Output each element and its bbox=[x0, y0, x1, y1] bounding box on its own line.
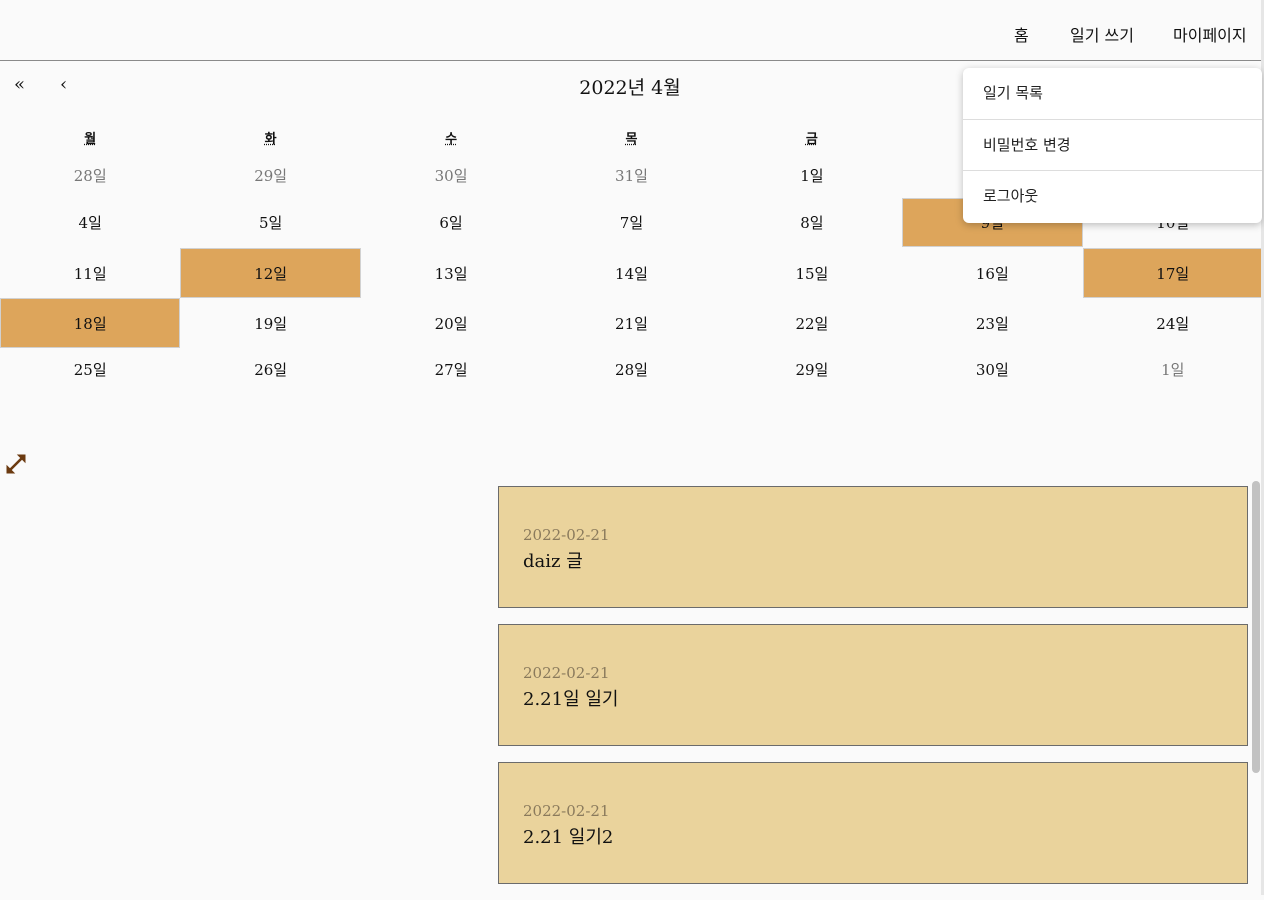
calendar-day[interactable]: 14일 bbox=[541, 248, 721, 298]
menu-item-change-password[interactable]: 비밀번호 변경 bbox=[963, 119, 1262, 170]
prev-year-button[interactable]: « bbox=[14, 74, 25, 95]
diary-entry-card[interactable]: 2022-02-21 2.21 일기2 bbox=[498, 762, 1248, 884]
entry-date: 2022-02-21 bbox=[523, 664, 610, 682]
menu-item-diary-list[interactable]: 일기 목록 bbox=[963, 68, 1262, 119]
calendar-day[interactable]: 1일 bbox=[1083, 348, 1263, 390]
top-navigation: 홈 일기 쓰기 마이페이지 bbox=[0, 0, 1264, 61]
weekday-label: 월 bbox=[84, 132, 97, 147]
calendar-week-row: 25일 26일 27일 28일 29일 30일 1일 bbox=[0, 348, 1263, 390]
entry-date: 2022-02-21 bbox=[523, 802, 610, 820]
calendar-day[interactable]: 28일 bbox=[0, 157, 180, 193]
menu-item-logout[interactable]: 로그아웃 bbox=[963, 170, 1262, 221]
prev-month-button[interactable]: ‹ bbox=[60, 74, 67, 95]
entry-title: 2.21 일기2 bbox=[523, 827, 614, 848]
weekday-label: 수 bbox=[445, 132, 458, 147]
entry-title: 2.21일 일기 bbox=[523, 689, 619, 710]
calendar-day[interactable]: 24일 bbox=[1083, 298, 1263, 348]
calendar-day[interactable]: 20일 bbox=[361, 298, 541, 348]
calendar-day[interactable]: 16일 bbox=[902, 248, 1082, 298]
weekday-label: 금 bbox=[805, 132, 818, 147]
calendar-day[interactable]: 7일 bbox=[541, 198, 721, 247]
diary-entry-card[interactable]: 2022-02-21 2.21일 일기 bbox=[498, 624, 1248, 746]
calendar-day[interactable]: 28일 bbox=[541, 348, 721, 390]
calendar-day[interactable]: 22일 bbox=[722, 298, 902, 348]
mypage-dropdown-menu: 일기 목록 비밀번호 변경 로그아웃 bbox=[963, 68, 1262, 223]
entry-title: daiz 글 bbox=[523, 551, 583, 572]
calendar-day[interactable]: 27일 bbox=[361, 348, 541, 390]
expand-arrows-icon[interactable] bbox=[5, 453, 27, 475]
calendar-day[interactable]: 5일 bbox=[180, 198, 360, 247]
calendar-day[interactable]: 26일 bbox=[180, 348, 360, 390]
calendar-day-with-entry[interactable]: 18일 bbox=[0, 298, 181, 348]
weekday-label: 화 bbox=[264, 132, 277, 147]
diary-entry-card[interactable]: 2022-02-21 daiz 글 bbox=[498, 486, 1248, 608]
calendar-day[interactable]: 30일 bbox=[361, 157, 541, 193]
calendar-day[interactable]: 25일 bbox=[0, 348, 180, 390]
calendar-day[interactable]: 1일 bbox=[722, 157, 902, 193]
entry-date: 2022-02-21 bbox=[523, 526, 610, 544]
calendar-week-row: 11일 12일 13일 14일 15일 16일 17일 bbox=[0, 248, 1263, 298]
calendar-day[interactable]: 6일 bbox=[361, 198, 541, 247]
weekday-label: 목 bbox=[625, 132, 638, 147]
calendar-month-title[interactable]: 2022년 4월 bbox=[530, 73, 730, 100]
nav-mypage-link[interactable]: 마이페이지 bbox=[1173, 22, 1247, 46]
nav-home-link[interactable]: 홈 bbox=[1014, 22, 1029, 46]
calendar-day[interactable]: 21일 bbox=[541, 298, 721, 348]
nav-write-diary-link[interactable]: 일기 쓰기 bbox=[1070, 22, 1134, 46]
calendar-day[interactable]: 15일 bbox=[722, 248, 902, 298]
calendar-day-with-entry[interactable]: 12일 bbox=[180, 248, 361, 298]
entries-scrollbar-thumb[interactable] bbox=[1252, 481, 1260, 773]
calendar-day[interactable]: 19일 bbox=[180, 298, 360, 348]
calendar-day-with-entry[interactable]: 17일 bbox=[1082, 248, 1263, 298]
calendar-day[interactable]: 29일 bbox=[180, 157, 360, 193]
calendar-day[interactable]: 31일 bbox=[541, 157, 721, 193]
calendar-day[interactable]: 13일 bbox=[361, 248, 541, 298]
calendar-day[interactable]: 11일 bbox=[0, 248, 180, 298]
calendar-day[interactable]: 4일 bbox=[0, 198, 180, 247]
calendar-day[interactable]: 23일 bbox=[902, 298, 1082, 348]
calendar-day[interactable]: 8일 bbox=[722, 198, 902, 247]
calendar-week-row: 18일 19일 20일 21일 22일 23일 24일 bbox=[0, 298, 1263, 348]
calendar-day[interactable]: 29일 bbox=[722, 348, 902, 390]
calendar-day[interactable]: 30일 bbox=[902, 348, 1082, 390]
diary-entry-list: 2022-02-21 daiz 글 2022-02-21 2.21일 일기 20… bbox=[498, 486, 1248, 900]
